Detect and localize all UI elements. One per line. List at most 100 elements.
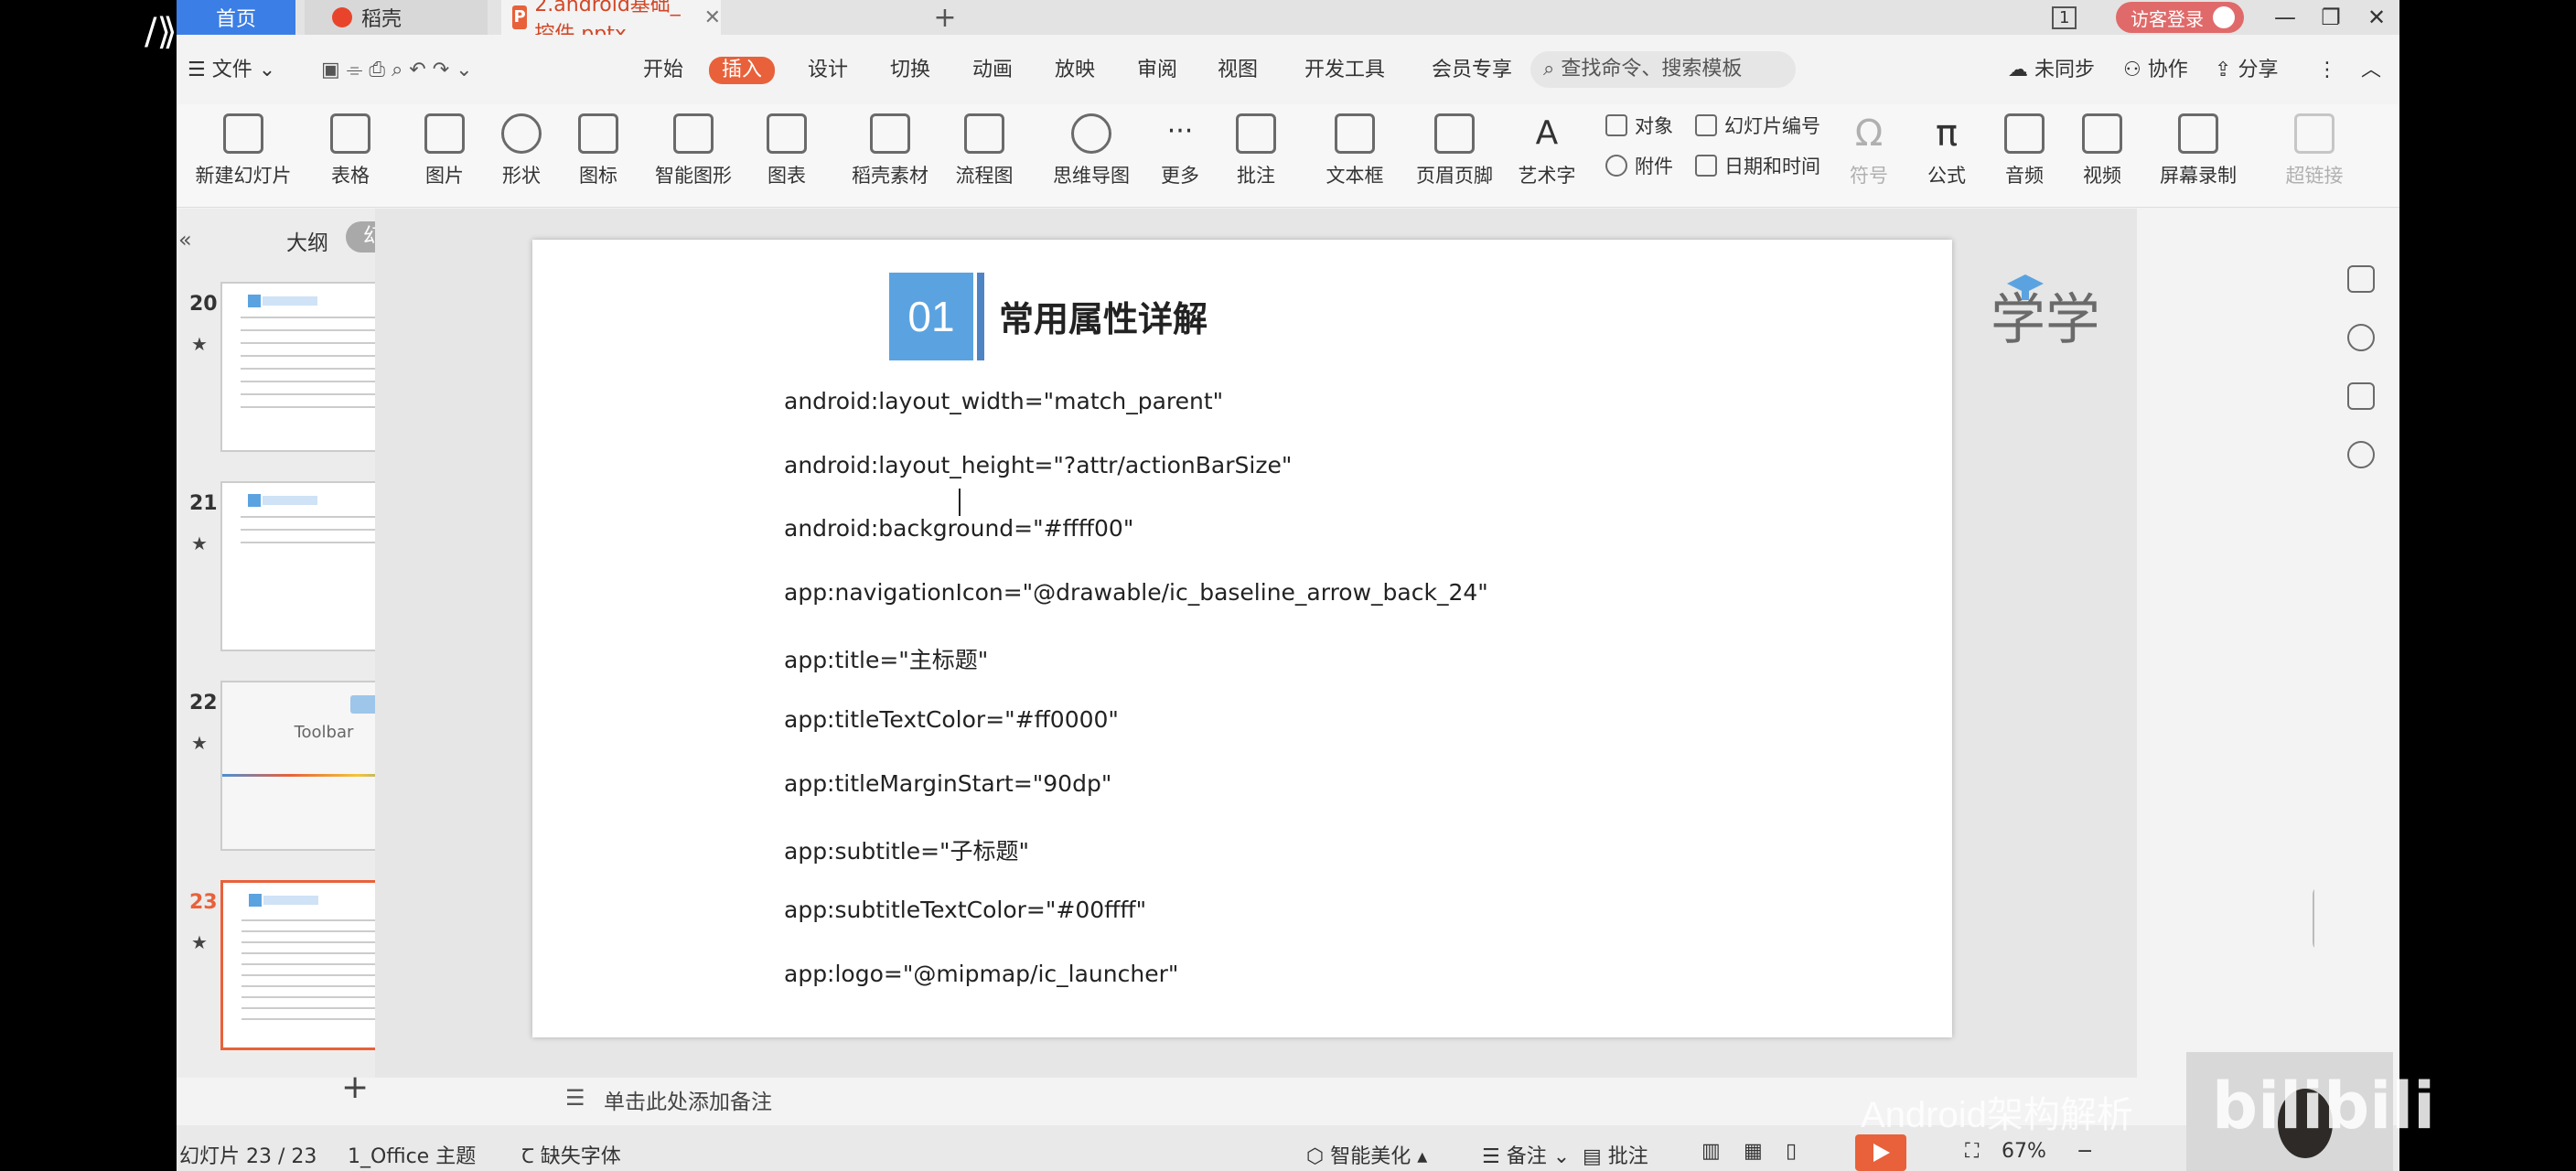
fit-window-icon[interactable]: ⛶ [1965, 1140, 1979, 1163]
daoke-icon [332, 7, 352, 27]
sync-status[interactable]: ☁ 未同步 [2008, 57, 2095, 84]
datetime-button[interactable]: 日期和时间 [1695, 150, 1820, 181]
screen-record-icon [2178, 113, 2218, 154]
menu-devtools[interactable]: 开发工具 [1304, 57, 1385, 84]
textbox-button[interactable]: 文本框 [1318, 104, 1391, 207]
text-cursor [959, 489, 961, 516]
chart-button[interactable]: 图表 [755, 104, 819, 207]
ellipsis-icon: ··· [1166, 115, 1194, 147]
menu-slideshow[interactable]: 放映 [1055, 57, 1095, 84]
recorder-logo-icon: /⟫ [145, 11, 177, 53]
new-slide-button[interactable]: 新建幻灯片 [184, 104, 303, 207]
new-slide-icon [223, 113, 263, 154]
link-icon [2294, 113, 2334, 154]
section-number: 01 [889, 273, 973, 360]
shape-button[interactable]: 形状 [489, 104, 553, 207]
more-icon[interactable]: ⋮ [2317, 57, 2337, 84]
tab-daoke[interactable]: 稻壳 [305, 0, 488, 35]
paperclip-icon [1605, 155, 1627, 177]
beautify-icon: ⬡ [1306, 1145, 1331, 1168]
slide-count: 幻灯片 23 / 23 [179, 1145, 317, 1168]
slide-number-active: 23 [189, 891, 218, 914]
slide-number-button[interactable]: 幻灯片编号 [1695, 110, 1820, 141]
pi-icon: π [1935, 113, 1959, 155]
zoom-level[interactable]: 67% [2002, 1140, 2046, 1163]
mindmap-icon [1071, 113, 1111, 154]
tab-daoke-label: 稻壳 [361, 8, 402, 31]
menu-member[interactable]: 会员专享 [1432, 57, 1512, 84]
properties-icon[interactable] [2347, 265, 2375, 293]
new-tab-button[interactable]: + [927, 0, 963, 35]
attachment-button[interactable]: 附件 [1605, 150, 1673, 181]
reading-view-icon[interactable]: ▯ [1786, 1140, 1797, 1163]
screen-record-button[interactable]: 屏幕录制 [2152, 104, 2244, 207]
notes-toggle-button[interactable]: ☰ 备注 ⌄ [1482, 1140, 1570, 1169]
close-window-icon[interactable]: ✕ [2354, 0, 2399, 35]
ppt-icon: P [512, 5, 528, 29]
icons-icon [578, 113, 618, 154]
daoke-material-button[interactable]: 稻壳素材 [844, 104, 936, 207]
smart-beautify-button[interactable]: ⬡ 智能美化 ▴ [1306, 1140, 1427, 1169]
tab-home[interactable]: 首页 [177, 0, 295, 35]
picture-button[interactable]: 图片 [413, 104, 477, 207]
menu-view[interactable]: 视图 [1218, 57, 1258, 84]
file-menu[interactable]: ☰ 文件 ⌄ [188, 57, 275, 84]
theme-name[interactable]: 1_Office 主题 [348, 1140, 476, 1169]
login-button[interactable]: 访客登录 [2116, 2, 2244, 33]
share-button[interactable]: ⇪ 分享 [2215, 57, 2278, 84]
font-icon: Ꞇ [521, 1145, 541, 1168]
tab-document[interactable]: P2.android基础_控件.pptx✕ [501, 0, 721, 46]
comment-button[interactable]: 批注 [1229, 104, 1283, 207]
menu-design[interactable]: 设计 [808, 57, 848, 84]
collaborate-button[interactable]: ⚇ 协作 [2123, 57, 2188, 84]
menu-start[interactable]: 开始 [643, 57, 683, 84]
menu-review[interactable]: 审阅 [1137, 57, 1177, 84]
restore-icon[interactable]: ❐ [2308, 0, 2354, 35]
flowchart-button[interactable]: 流程图 [943, 104, 1025, 207]
zoom-out-icon[interactable]: − [2077, 1140, 2093, 1163]
hyperlink-button[interactable]: 超链接 [2273, 104, 2356, 207]
slide[interactable] [532, 240, 1952, 1037]
menu-transition[interactable]: 切换 [890, 57, 930, 84]
add-slide-button[interactable]: + [341, 1069, 369, 1106]
mindmap-button[interactable]: 思维导图 [1041, 104, 1142, 207]
video-button[interactable]: 视频 [2075, 104, 2130, 207]
menu-insert[interactable]: 插入 [709, 57, 776, 84]
comment-icon [1236, 113, 1276, 154]
normal-view-icon[interactable]: ▥ [1701, 1140, 1721, 1163]
wordart-button[interactable]: A 艺术字 [1510, 104, 1583, 207]
star-icon: ★ [191, 732, 208, 754]
tab-outline[interactable]: 大纲 [286, 225, 328, 256]
minimize-icon[interactable]: — [2262, 0, 2308, 35]
search-placeholder: 查找命令、搜索模板 [1561, 58, 1743, 81]
page-indicator: 1 [2052, 0, 2077, 35]
notes-placeholder[interactable]: 单击此处添加备注 [604, 1084, 772, 1115]
icon-button[interactable]: 图标 [566, 104, 630, 207]
sorter-view-icon[interactable]: ▦ [1744, 1140, 1763, 1163]
slide-switch-icon[interactable] [2347, 382, 2375, 410]
smart-graphic-button[interactable]: 智能图形 [643, 104, 744, 207]
symbol-button[interactable]: Ω 符号 [1841, 104, 1896, 207]
more-button[interactable]: ··· 更多 [1148, 104, 1212, 207]
help-icon[interactable] [2347, 441, 2375, 468]
header-footer-button[interactable]: 页眉页脚 [1413, 104, 1496, 207]
logo-icon [350, 695, 378, 714]
object-icon [1605, 114, 1627, 136]
missing-font-button[interactable]: Ꞇ 缺失字体 [521, 1140, 621, 1169]
object-button[interactable]: 对象 [1605, 110, 1673, 141]
command-search-input[interactable]: ⌕ 查找命令、搜索模板 [1530, 51, 1796, 88]
collapse-ribbon-icon[interactable]: ︿ [2361, 57, 2381, 84]
quick-access-toolbar[interactable]: ▣ ⌯ ⎙ ⌕ ↶ ↷ ⌄ [321, 57, 473, 84]
comments-toggle-button[interactable]: ▤ 批注 [1583, 1140, 1648, 1169]
play-slideshow-button[interactable] [1855, 1134, 1906, 1171]
collapse-panel-icon[interactable]: « [178, 227, 192, 252]
menu-animation[interactable]: 动画 [972, 57, 1013, 84]
login-label: 访客登录 [2131, 7, 2204, 30]
close-tab-icon[interactable]: ✕ [704, 6, 721, 29]
table-button[interactable]: 表格 [318, 104, 382, 207]
avatar [2213, 6, 2235, 28]
animation-pane-icon[interactable] [2347, 324, 2375, 351]
formula-button[interactable]: π 公式 [1919, 104, 1974, 207]
audio-button[interactable]: 音频 [1997, 104, 2052, 207]
section-title: 常用属性详解 [999, 299, 1208, 339]
